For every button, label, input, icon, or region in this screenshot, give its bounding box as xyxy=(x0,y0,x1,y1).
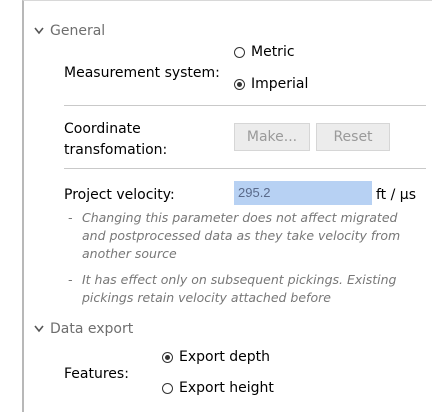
project-velocity-label: Project velocity: xyxy=(64,187,175,203)
divider xyxy=(64,168,426,169)
features-label: Features: xyxy=(64,366,129,382)
note-line: another source xyxy=(82,246,177,261)
radio-export-height[interactable]: Export height xyxy=(162,380,274,396)
note-line: pickings retain velocity attached before xyxy=(82,290,331,305)
reset-button[interactable]: Reset xyxy=(316,123,390,151)
chevron-down-icon[interactable] xyxy=(32,322,46,336)
note-dash: - xyxy=(68,210,73,225)
note-line: Changing this parameter does not affect … xyxy=(82,210,398,225)
radio-imperial-label: Imperial xyxy=(251,76,309,92)
radio-selected-icon xyxy=(162,351,173,363)
coordinate-label-line1: Coordinate xyxy=(64,121,141,137)
velocity-unit: ft / µs xyxy=(376,187,416,203)
measurement-system-label: Measurement system: xyxy=(64,65,220,81)
velocity-input[interactable] xyxy=(234,181,372,205)
note-line: and postprocessed data as they take velo… xyxy=(82,228,401,243)
radio-metric[interactable]: Metric xyxy=(234,44,295,60)
radio-selected-icon xyxy=(234,78,245,90)
chevron-down-icon[interactable] xyxy=(32,24,46,38)
section-header-data-export[interactable]: Data export xyxy=(32,319,133,339)
make-button[interactable]: Make... xyxy=(234,123,310,151)
radio-export-depth-label: Export depth xyxy=(179,349,271,365)
section-header-general[interactable]: General xyxy=(32,21,105,41)
section-title-data-export: Data export xyxy=(50,321,134,337)
section-title-general: General xyxy=(50,23,106,39)
velocity-note-2: - It has effect only on subsequent picki… xyxy=(68,271,418,307)
note-dash: - xyxy=(68,272,73,287)
coordinate-label-line2: transfomation: xyxy=(64,142,168,158)
note-line: It has effect only on subsequent picking… xyxy=(82,272,397,287)
settings-panel: General Measurement system: Metric Imper… xyxy=(22,0,432,412)
velocity-note-1: - Changing this parameter does not affec… xyxy=(68,209,418,263)
radio-export-height-label: Export height xyxy=(179,380,274,396)
radio-export-depth[interactable]: Export depth xyxy=(162,349,270,365)
divider xyxy=(64,105,426,106)
radio-imperial[interactable]: Imperial xyxy=(234,76,308,92)
radio-metric-label: Metric xyxy=(251,44,295,60)
radio-circle-icon xyxy=(234,46,245,58)
radio-circle-icon xyxy=(162,382,173,394)
